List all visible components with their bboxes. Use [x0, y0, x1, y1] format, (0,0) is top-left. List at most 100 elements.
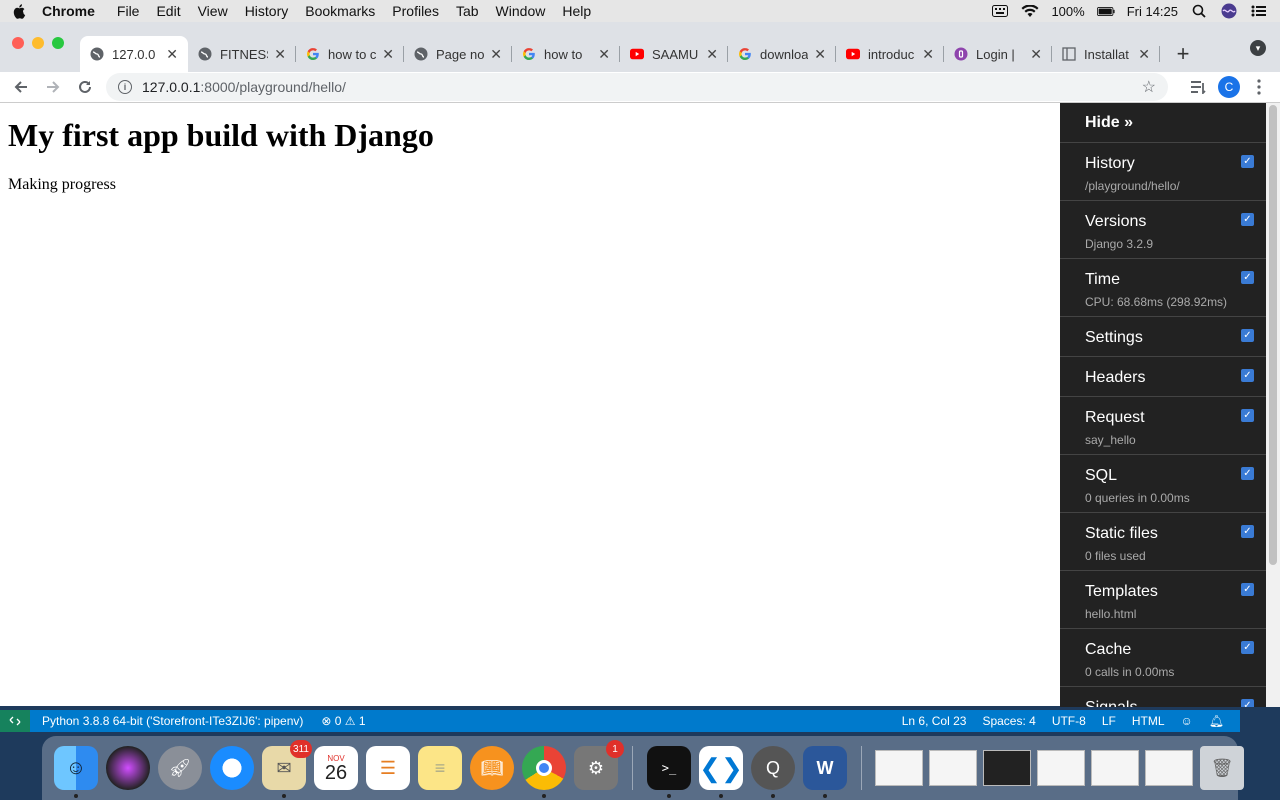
safari-icon[interactable] [210, 746, 254, 790]
keyboard-icon[interactable] [991, 4, 1009, 18]
finder-icon[interactable]: ☺ [54, 746, 98, 798]
browser-tab[interactable]: Installat ✕ [1052, 36, 1160, 72]
menu-profiles[interactable]: Profiles [392, 3, 439, 19]
forward-button[interactable] [42, 76, 64, 98]
debug-panel-static-files[interactable]: Static files 0 files used ✓ [1060, 513, 1266, 571]
debug-panel-signals[interactable]: Signals✓ [1060, 687, 1266, 707]
close-tab-icon[interactable]: ✕ [598, 46, 610, 63]
back-button[interactable] [10, 76, 32, 98]
reminders-icon[interactable]: ☰ [366, 746, 410, 790]
siri-icon[interactable] [1220, 3, 1238, 19]
debug-panel-settings[interactable]: Settings ✓ [1060, 317, 1266, 357]
browser-tab[interactable]: how to c ✕ [296, 36, 404, 72]
minimize-window-button[interactable] [32, 37, 44, 49]
menu-view[interactable]: View [198, 3, 228, 19]
debug-panel-history[interactable]: History/playground/hello/ ✓ [1060, 143, 1266, 201]
debug-panel-sql[interactable]: SQL 0 queries in 0.00ms ✓ [1060, 455, 1266, 513]
panel-toggle-checkbox[interactable]: ✓ [1241, 641, 1254, 654]
debug-panel-templates[interactable]: Templates hello.html ✓ [1060, 571, 1266, 629]
close-tab-icon[interactable]: ✕ [166, 46, 178, 63]
terminal-icon[interactable]: >_ [647, 746, 691, 798]
document-thumbnail[interactable] [875, 750, 923, 786]
debug-panel-time[interactable]: Time CPU: 68.68ms (298.92ms) ✓ [1060, 259, 1266, 317]
debug-panel-request[interactable]: Request say_hello ✓ [1060, 397, 1266, 455]
problems-indicator[interactable]: ⊗ 0 ⚠ 1 [321, 714, 365, 728]
address-bar[interactable]: i 127.0.0.1:8000/playground/hello/ ☆ [106, 73, 1168, 101]
close-tab-icon[interactable]: ✕ [814, 46, 826, 63]
trash-icon[interactable]: 🗑︎ [1200, 746, 1244, 790]
panel-toggle-checkbox[interactable]: ✓ [1241, 583, 1254, 596]
menu-app-name[interactable]: Chrome [42, 3, 95, 19]
system-preferences-icon[interactable]: ⚙︎ 1 [574, 740, 624, 790]
window-thumbnail[interactable] [1091, 750, 1139, 786]
menu-bookmarks[interactable]: Bookmarks [305, 3, 375, 19]
menu-edit[interactable]: Edit [156, 3, 180, 19]
menu-history[interactable]: History [245, 3, 289, 19]
zoom-window-button[interactable] [52, 37, 64, 49]
close-tab-icon[interactable]: ✕ [706, 46, 718, 63]
feedback-icon[interactable]: ☺ [1181, 714, 1193, 728]
line-ending[interactable]: LF [1102, 714, 1116, 728]
browser-tab[interactable]: Page no ✕ [404, 36, 512, 72]
window-thumbnail[interactable] [1037, 750, 1085, 786]
control-center-icon[interactable] [1250, 4, 1268, 18]
menu-file[interactable]: File [117, 3, 140, 19]
browser-tab[interactable]: SAAMU ✕ [620, 36, 728, 72]
word-icon[interactable]: W [803, 746, 847, 798]
debug-panel-headers[interactable]: Headers ✓ [1060, 357, 1266, 397]
close-tab-icon[interactable]: ✕ [1030, 46, 1042, 63]
panel-toggle-checkbox[interactable]: ✓ [1241, 467, 1254, 480]
remote-indicator-icon[interactable] [0, 710, 30, 732]
browser-tab[interactable]: FITNESS ✕ [188, 36, 296, 72]
launchpad-icon[interactable]: 🚀︎ [158, 746, 202, 790]
panel-toggle-checkbox[interactable]: ✓ [1241, 369, 1254, 382]
hide-toolbar-button[interactable]: Hide » [1060, 103, 1266, 143]
browser-tab[interactable]: 127.0.0 ✕ [80, 36, 188, 72]
indentation[interactable]: Spaces: 4 [982, 714, 1035, 728]
reload-button[interactable] [74, 76, 96, 98]
close-tab-icon[interactable]: ✕ [490, 46, 502, 63]
cursor-position[interactable]: Ln 6, Col 23 [902, 714, 967, 728]
window-thumbnail[interactable] [983, 750, 1031, 786]
browser-tab[interactable]: Login | ✕ [944, 36, 1052, 72]
close-tab-icon[interactable]: ✕ [922, 46, 934, 63]
python-interpreter[interactable]: Python 3.8.8 64-bit ('Storefront-ITe3ZIJ… [42, 714, 303, 728]
calendar-icon[interactable]: NOV 26 [314, 746, 358, 790]
new-tab-button[interactable]: + [1168, 36, 1198, 72]
panel-toggle-checkbox[interactable]: ✓ [1241, 329, 1254, 342]
browser-tab[interactable]: downloa ✕ [728, 36, 836, 72]
tab-search-icon[interactable]: ▾ [1250, 40, 1266, 56]
browser-tab[interactable]: how to ✕ [512, 36, 620, 72]
panel-toggle-checkbox[interactable]: ✓ [1241, 213, 1254, 226]
debug-panel-versions[interactable]: Versions Django 3.2.9 ✓ [1060, 201, 1266, 259]
vscode-icon[interactable]: ❮❯ [699, 746, 743, 798]
books-icon[interactable]: 📖︎ [470, 746, 514, 790]
window-thumbnail[interactable] [1145, 750, 1193, 786]
clock[interactable]: Fri 14:25 [1127, 4, 1178, 19]
scrollbar-thumb[interactable] [1269, 105, 1277, 565]
siri-app-icon[interactable] [106, 746, 150, 790]
debug-panel-cache[interactable]: Cache 0 calls in 0.00ms ✓ [1060, 629, 1266, 687]
panel-toggle-checkbox[interactable]: ✓ [1241, 409, 1254, 422]
panel-toggle-checkbox[interactable]: ✓ [1241, 699, 1254, 707]
battery-percent[interactable]: 100% [1051, 4, 1084, 19]
notes-icon[interactable]: ≡ [418, 746, 462, 790]
panel-toggle-checkbox[interactable]: ✓ [1241, 155, 1254, 168]
close-tab-icon[interactable]: ✕ [1138, 46, 1150, 63]
close-window-button[interactable] [12, 37, 24, 49]
menu-help[interactable]: Help [562, 3, 591, 19]
browser-tab[interactable]: introduc ✕ [836, 36, 944, 72]
language-mode[interactable]: HTML [1132, 714, 1165, 728]
notification-bell-icon[interactable]: 🔔︎ [1209, 714, 1224, 728]
panel-toggle-checkbox[interactable]: ✓ [1241, 525, 1254, 538]
page-scrollbar[interactable] [1266, 103, 1280, 707]
menu-tab[interactable]: Tab [456, 3, 479, 19]
mail-icon[interactable]: ✉︎ 311 [262, 740, 312, 798]
battery-icon[interactable] [1096, 4, 1115, 18]
panel-toggle-checkbox[interactable]: ✓ [1241, 271, 1254, 284]
wifi-icon[interactable] [1021, 4, 1039, 18]
quicktime-icon[interactable]: Q [751, 746, 795, 798]
bookmark-star-icon[interactable]: ☆ [1142, 77, 1156, 97]
close-tab-icon[interactable]: ✕ [382, 46, 394, 63]
menu-window[interactable]: Window [496, 3, 546, 19]
